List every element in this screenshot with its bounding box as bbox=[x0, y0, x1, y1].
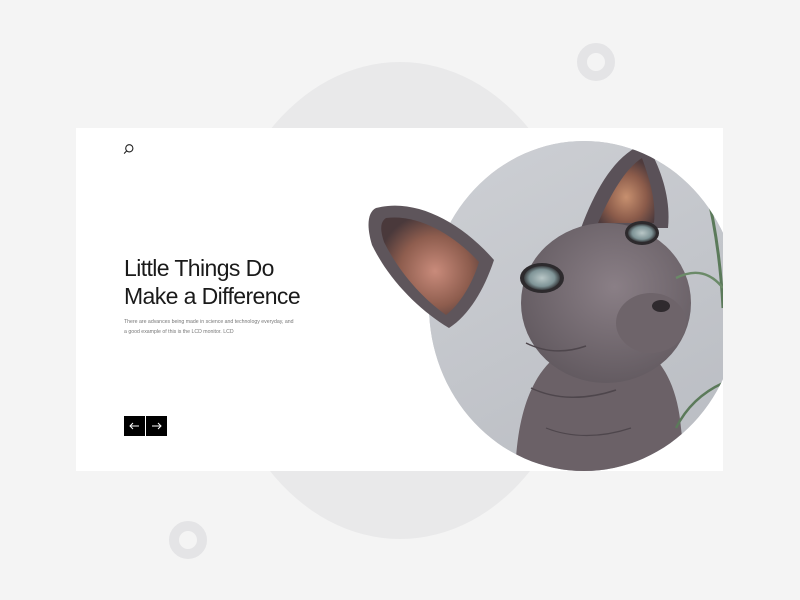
decorative-ring-top bbox=[577, 43, 615, 81]
search-icon[interactable] bbox=[123, 143, 135, 155]
hero-headline: Little Things Do Make a Difference bbox=[124, 254, 301, 310]
arrow-left-icon bbox=[129, 422, 139, 430]
decorative-ring-bottom bbox=[169, 521, 207, 559]
next-button[interactable] bbox=[146, 416, 167, 436]
headline-line-1: Little Things Do bbox=[124, 255, 274, 281]
arrow-right-icon bbox=[152, 422, 162, 430]
hero-description: There are advances being made in science… bbox=[124, 319, 294, 335]
cat-ear-left bbox=[368, 205, 494, 328]
prev-button[interactable] bbox=[124, 416, 145, 436]
headline-line-2: Make a Difference bbox=[124, 283, 301, 309]
hero-card: Little Things Do Make a Difference There… bbox=[76, 128, 723, 471]
